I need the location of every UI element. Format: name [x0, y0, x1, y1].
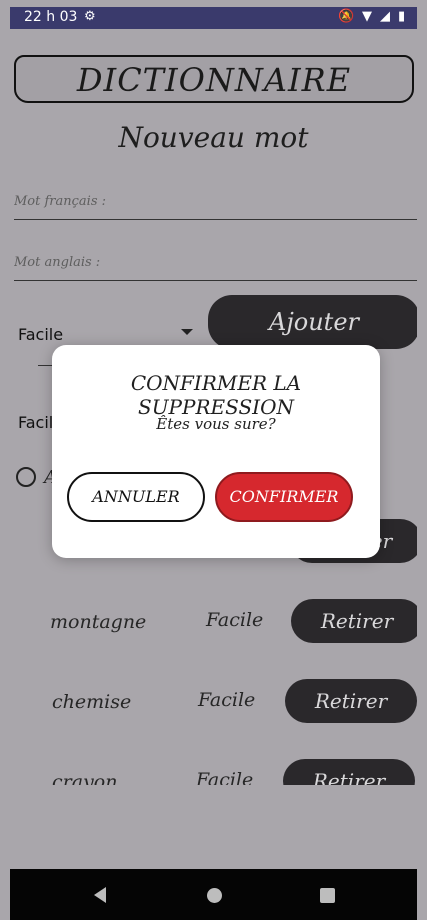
- dialog-message: Êtes vous sure?: [156, 415, 276, 433]
- back-icon[interactable]: [94, 887, 106, 903]
- english-word-input[interactable]: [14, 245, 417, 280]
- remove-button[interactable]: Retirer: [285, 679, 417, 723]
- list-footer-area: [10, 785, 417, 869]
- recent-apps-icon[interactable]: [320, 888, 335, 903]
- word-level: Facile: [206, 609, 264, 631]
- settings-icon: ⚙: [84, 9, 96, 24]
- word-level: Facile: [198, 689, 256, 711]
- home-icon[interactable]: [207, 888, 222, 903]
- word-row: chemise Facile Retirer: [10, 679, 417, 727]
- word-text: montagne: [50, 611, 147, 633]
- word-text: chemise: [52, 691, 132, 713]
- status-time: 22 h 03: [24, 9, 78, 25]
- navigation-bar: [10, 869, 417, 920]
- confirm-delete-dialog: CONFIRMER LA SUPPRESSION Êtes vous sure?…: [52, 345, 380, 558]
- cancel-button[interactable]: ANNULER: [67, 472, 205, 522]
- signal-icon: ◢: [380, 9, 390, 24]
- status-bar: 22 h 03 ⚙ 🔕 ▼ ◢ ▮: [10, 7, 417, 29]
- battery-icon: ▮: [398, 9, 406, 24]
- difficulty-select-value: Facile: [18, 325, 64, 344]
- remove-button[interactable]: Retirer: [291, 599, 417, 643]
- page-subtitle: Nouveau mot: [118, 121, 309, 154]
- english-word-field[interactable]: [14, 245, 417, 281]
- add-button[interactable]: Ajouter: [208, 295, 417, 349]
- french-word-field[interactable]: [14, 184, 417, 220]
- word-row: montagne Facile Retirer: [10, 599, 417, 647]
- french-word-input[interactable]: [14, 184, 417, 219]
- title-banner: DICTIONNAIRE: [14, 55, 414, 103]
- radio-button[interactable]: [16, 467, 36, 487]
- notifications-off-icon: 🔕: [338, 9, 355, 24]
- app-title: DICTIONNAIRE: [76, 61, 352, 99]
- wifi-icon: ▼: [362, 9, 372, 24]
- dialog-title: CONFIRMER LA SUPPRESSION: [130, 371, 302, 419]
- dropdown-arrow-icon: [181, 329, 193, 335]
- confirm-button[interactable]: CONFIRMER: [215, 472, 353, 522]
